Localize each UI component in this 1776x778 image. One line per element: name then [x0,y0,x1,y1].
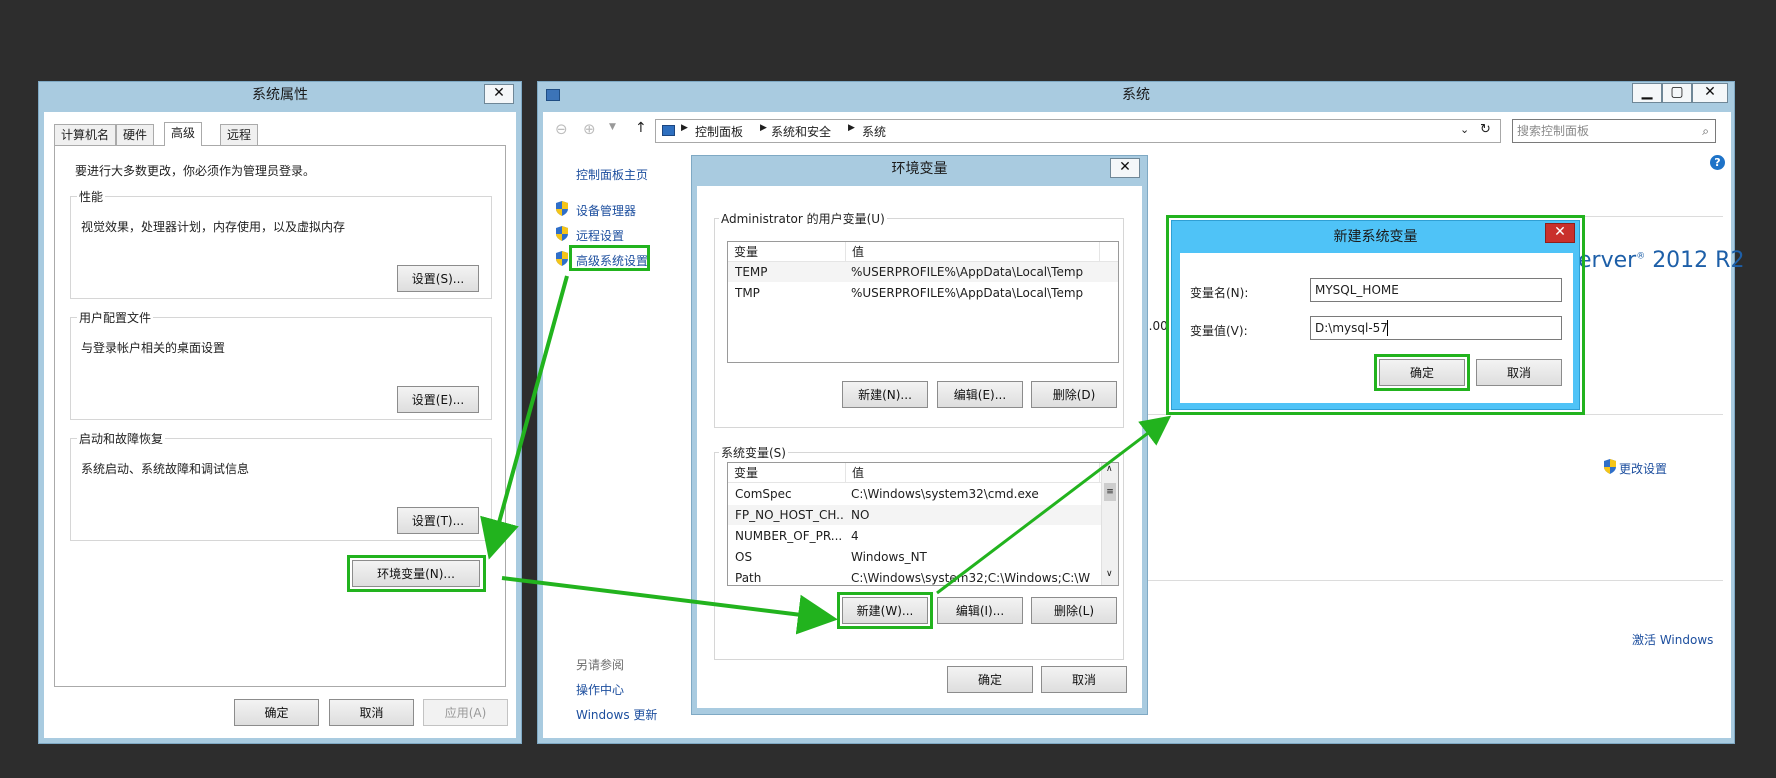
tab-advanced[interactable]: 高级 [164,122,203,146]
annotation-arrows [480,275,1172,635]
arrow-env-to-new [501,576,838,635]
arrow-new-to-dialog [936,415,1172,595]
arrow-advanced-to-env [480,275,569,560]
